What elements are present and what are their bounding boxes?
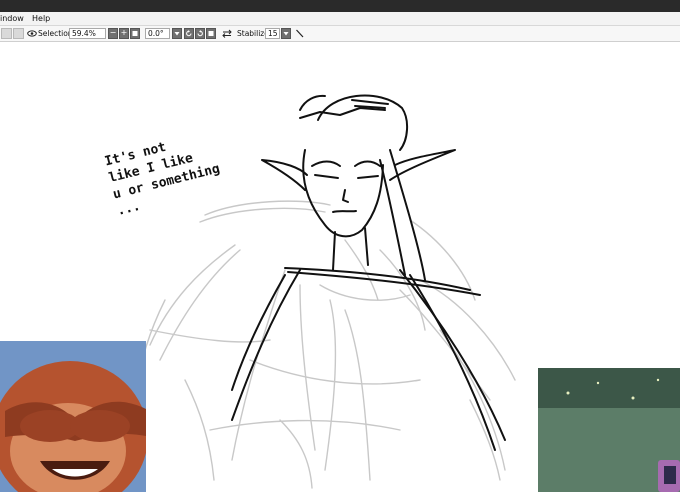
window-titlebar bbox=[0, 0, 680, 12]
zoom-field[interactable]: 59.4% bbox=[69, 28, 106, 39]
webcam-overlay-right bbox=[538, 368, 680, 492]
tool-button-1[interactable] bbox=[1, 28, 12, 39]
webcam-overlay-left bbox=[0, 341, 146, 492]
menu-bar: indow Help bbox=[0, 12, 680, 26]
zoom-out-button[interactable]: − bbox=[108, 28, 118, 39]
swap-arrows-icon[interactable] bbox=[221, 28, 233, 39]
menu-help[interactable]: Help bbox=[32, 12, 50, 25]
zoom-in-button[interactable]: + bbox=[119, 28, 129, 39]
menu-window[interactable]: indow bbox=[0, 12, 24, 25]
rotation-dropdown-icon[interactable] bbox=[172, 28, 182, 39]
see-no-evil-monkey-icon bbox=[0, 341, 146, 492]
zoom-reset-button[interactable] bbox=[130, 28, 140, 39]
rotate-right-icon[interactable] bbox=[195, 28, 205, 39]
stabilizer-field[interactable]: 15 bbox=[265, 28, 280, 39]
toolbar: Selection 59.4% − + 0.0° Stabilizer 15 bbox=[0, 26, 680, 42]
selection-label[interactable]: Selection bbox=[38, 28, 73, 39]
rotate-left-icon[interactable] bbox=[184, 28, 194, 39]
brush-icon[interactable] bbox=[295, 28, 305, 39]
drawing-canvas[interactable]: It's not like I like u or something ... bbox=[0, 42, 680, 492]
reset-rotation-icon[interactable] bbox=[206, 28, 216, 39]
eye-icon[interactable] bbox=[27, 28, 37, 39]
rotation-field[interactable]: 0.0° bbox=[145, 28, 170, 39]
anime-scene-image bbox=[538, 368, 680, 492]
stabilizer-dropdown-icon[interactable] bbox=[281, 28, 291, 39]
tool-button-2[interactable] bbox=[13, 28, 24, 39]
